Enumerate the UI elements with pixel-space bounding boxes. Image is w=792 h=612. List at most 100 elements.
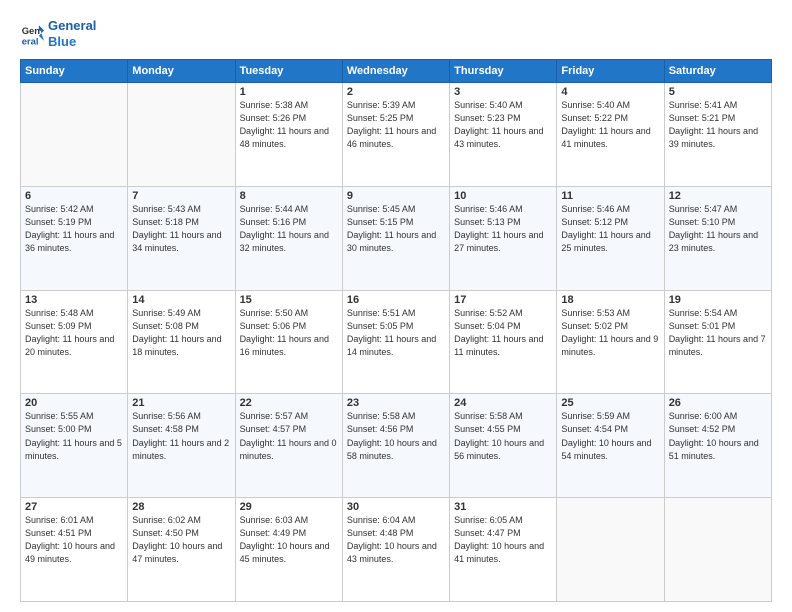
- day-cell: [664, 498, 771, 602]
- day-cell: 9Sunrise: 5:45 AMSunset: 5:15 PMDaylight…: [342, 186, 449, 290]
- day-cell: 15Sunrise: 5:50 AMSunset: 5:06 PMDayligh…: [235, 290, 342, 394]
- weekday-saturday: Saturday: [664, 60, 771, 83]
- logo: Gen eral General Blue: [20, 18, 96, 49]
- day-number: 4: [561, 86, 659, 98]
- day-number: 20: [25, 397, 123, 409]
- week-row-5: 27Sunrise: 6:01 AMSunset: 4:51 PMDayligh…: [21, 498, 772, 602]
- day-info: Sunrise: 5:44 AMSunset: 5:16 PMDaylight:…: [240, 203, 338, 255]
- day-cell: 2Sunrise: 5:39 AMSunset: 5:25 PMDaylight…: [342, 83, 449, 187]
- day-cell: 1Sunrise: 5:38 AMSunset: 5:26 PMDaylight…: [235, 83, 342, 187]
- week-row-2: 6Sunrise: 5:42 AMSunset: 5:19 PMDaylight…: [21, 186, 772, 290]
- day-cell: 23Sunrise: 5:58 AMSunset: 4:56 PMDayligh…: [342, 394, 449, 498]
- logo-text: General Blue: [48, 18, 96, 49]
- calendar-page: Gen eral General Blue SundayMondayTuesda…: [0, 0, 792, 612]
- day-cell: 30Sunrise: 6:04 AMSunset: 4:48 PMDayligh…: [342, 498, 449, 602]
- day-info: Sunrise: 5:58 AMSunset: 4:55 PMDaylight:…: [454, 410, 552, 462]
- day-number: 27: [25, 501, 123, 513]
- weekday-wednesday: Wednesday: [342, 60, 449, 83]
- day-info: Sunrise: 5:56 AMSunset: 4:58 PMDaylight:…: [132, 410, 230, 462]
- day-cell: 17Sunrise: 5:52 AMSunset: 5:04 PMDayligh…: [450, 290, 557, 394]
- day-info: Sunrise: 5:53 AMSunset: 5:02 PMDaylight:…: [561, 307, 659, 359]
- day-cell: 26Sunrise: 6:00 AMSunset: 4:52 PMDayligh…: [664, 394, 771, 498]
- day-info: Sunrise: 5:48 AMSunset: 5:09 PMDaylight:…: [25, 307, 123, 359]
- day-info: Sunrise: 6:05 AMSunset: 4:47 PMDaylight:…: [454, 514, 552, 566]
- calendar-body: 1Sunrise: 5:38 AMSunset: 5:26 PMDaylight…: [21, 83, 772, 602]
- weekday-sunday: Sunday: [21, 60, 128, 83]
- day-number: 31: [454, 501, 552, 513]
- weekday-friday: Friday: [557, 60, 664, 83]
- day-info: Sunrise: 5:52 AMSunset: 5:04 PMDaylight:…: [454, 307, 552, 359]
- day-info: Sunrise: 5:40 AMSunset: 5:22 PMDaylight:…: [561, 99, 659, 151]
- day-number: 21: [132, 397, 230, 409]
- day-cell: 28Sunrise: 6:02 AMSunset: 4:50 PMDayligh…: [128, 498, 235, 602]
- day-cell: [557, 498, 664, 602]
- day-cell: [21, 83, 128, 187]
- day-cell: 4Sunrise: 5:40 AMSunset: 5:22 PMDaylight…: [557, 83, 664, 187]
- day-info: Sunrise: 5:58 AMSunset: 4:56 PMDaylight:…: [347, 410, 445, 462]
- day-number: 8: [240, 190, 338, 202]
- day-cell: 22Sunrise: 5:57 AMSunset: 4:57 PMDayligh…: [235, 394, 342, 498]
- day-info: Sunrise: 5:46 AMSunset: 5:13 PMDaylight:…: [454, 203, 552, 255]
- day-info: Sunrise: 5:47 AMSunset: 5:10 PMDaylight:…: [669, 203, 767, 255]
- day-number: 9: [347, 190, 445, 202]
- day-cell: 12Sunrise: 5:47 AMSunset: 5:10 PMDayligh…: [664, 186, 771, 290]
- day-cell: [128, 83, 235, 187]
- day-cell: 25Sunrise: 5:59 AMSunset: 4:54 PMDayligh…: [557, 394, 664, 498]
- day-number: 14: [132, 294, 230, 306]
- day-number: 1: [240, 86, 338, 98]
- day-number: 18: [561, 294, 659, 306]
- day-number: 7: [132, 190, 230, 202]
- day-cell: 24Sunrise: 5:58 AMSunset: 4:55 PMDayligh…: [450, 394, 557, 498]
- day-info: Sunrise: 5:43 AMSunset: 5:18 PMDaylight:…: [132, 203, 230, 255]
- day-info: Sunrise: 5:57 AMSunset: 4:57 PMDaylight:…: [240, 410, 338, 462]
- day-cell: 10Sunrise: 5:46 AMSunset: 5:13 PMDayligh…: [450, 186, 557, 290]
- day-number: 10: [454, 190, 552, 202]
- day-info: Sunrise: 5:39 AMSunset: 5:25 PMDaylight:…: [347, 99, 445, 151]
- day-number: 26: [669, 397, 767, 409]
- day-info: Sunrise: 5:59 AMSunset: 4:54 PMDaylight:…: [561, 410, 659, 462]
- day-number: 23: [347, 397, 445, 409]
- day-info: Sunrise: 5:55 AMSunset: 5:00 PMDaylight:…: [25, 410, 123, 462]
- day-info: Sunrise: 5:41 AMSunset: 5:21 PMDaylight:…: [669, 99, 767, 151]
- day-cell: 6Sunrise: 5:42 AMSunset: 5:19 PMDaylight…: [21, 186, 128, 290]
- day-info: Sunrise: 5:54 AMSunset: 5:01 PMDaylight:…: [669, 307, 767, 359]
- header: Gen eral General Blue: [20, 18, 772, 49]
- day-info: Sunrise: 5:45 AMSunset: 5:15 PMDaylight:…: [347, 203, 445, 255]
- day-number: 22: [240, 397, 338, 409]
- day-number: 16: [347, 294, 445, 306]
- day-info: Sunrise: 6:02 AMSunset: 4:50 PMDaylight:…: [132, 514, 230, 566]
- day-number: 24: [454, 397, 552, 409]
- weekday-tuesday: Tuesday: [235, 60, 342, 83]
- day-cell: 20Sunrise: 5:55 AMSunset: 5:00 PMDayligh…: [21, 394, 128, 498]
- day-cell: 13Sunrise: 5:48 AMSunset: 5:09 PMDayligh…: [21, 290, 128, 394]
- day-cell: 14Sunrise: 5:49 AMSunset: 5:08 PMDayligh…: [128, 290, 235, 394]
- day-info: Sunrise: 5:38 AMSunset: 5:26 PMDaylight:…: [240, 99, 338, 151]
- weekday-header-row: SundayMondayTuesdayWednesdayThursdayFrid…: [21, 60, 772, 83]
- day-number: 5: [669, 86, 767, 98]
- day-number: 13: [25, 294, 123, 306]
- day-info: Sunrise: 5:40 AMSunset: 5:23 PMDaylight:…: [454, 99, 552, 151]
- weekday-thursday: Thursday: [450, 60, 557, 83]
- day-info: Sunrise: 6:03 AMSunset: 4:49 PMDaylight:…: [240, 514, 338, 566]
- day-cell: 5Sunrise: 5:41 AMSunset: 5:21 PMDaylight…: [664, 83, 771, 187]
- day-number: 29: [240, 501, 338, 513]
- week-row-3: 13Sunrise: 5:48 AMSunset: 5:09 PMDayligh…: [21, 290, 772, 394]
- day-number: 11: [561, 190, 659, 202]
- day-cell: 3Sunrise: 5:40 AMSunset: 5:23 PMDaylight…: [450, 83, 557, 187]
- day-cell: 8Sunrise: 5:44 AMSunset: 5:16 PMDaylight…: [235, 186, 342, 290]
- day-cell: 31Sunrise: 6:05 AMSunset: 4:47 PMDayligh…: [450, 498, 557, 602]
- week-row-1: 1Sunrise: 5:38 AMSunset: 5:26 PMDaylight…: [21, 83, 772, 187]
- day-info: Sunrise: 5:50 AMSunset: 5:06 PMDaylight:…: [240, 307, 338, 359]
- day-number: 2: [347, 86, 445, 98]
- day-cell: 21Sunrise: 5:56 AMSunset: 4:58 PMDayligh…: [128, 394, 235, 498]
- day-number: 30: [347, 501, 445, 513]
- day-cell: 19Sunrise: 5:54 AMSunset: 5:01 PMDayligh…: [664, 290, 771, 394]
- day-cell: 11Sunrise: 5:46 AMSunset: 5:12 PMDayligh…: [557, 186, 664, 290]
- day-number: 6: [25, 190, 123, 202]
- day-info: Sunrise: 5:51 AMSunset: 5:05 PMDaylight:…: [347, 307, 445, 359]
- week-row-4: 20Sunrise: 5:55 AMSunset: 5:00 PMDayligh…: [21, 394, 772, 498]
- svg-text:eral: eral: [22, 35, 39, 46]
- day-info: Sunrise: 6:04 AMSunset: 4:48 PMDaylight:…: [347, 514, 445, 566]
- day-info: Sunrise: 6:00 AMSunset: 4:52 PMDaylight:…: [669, 410, 767, 462]
- day-cell: 7Sunrise: 5:43 AMSunset: 5:18 PMDaylight…: [128, 186, 235, 290]
